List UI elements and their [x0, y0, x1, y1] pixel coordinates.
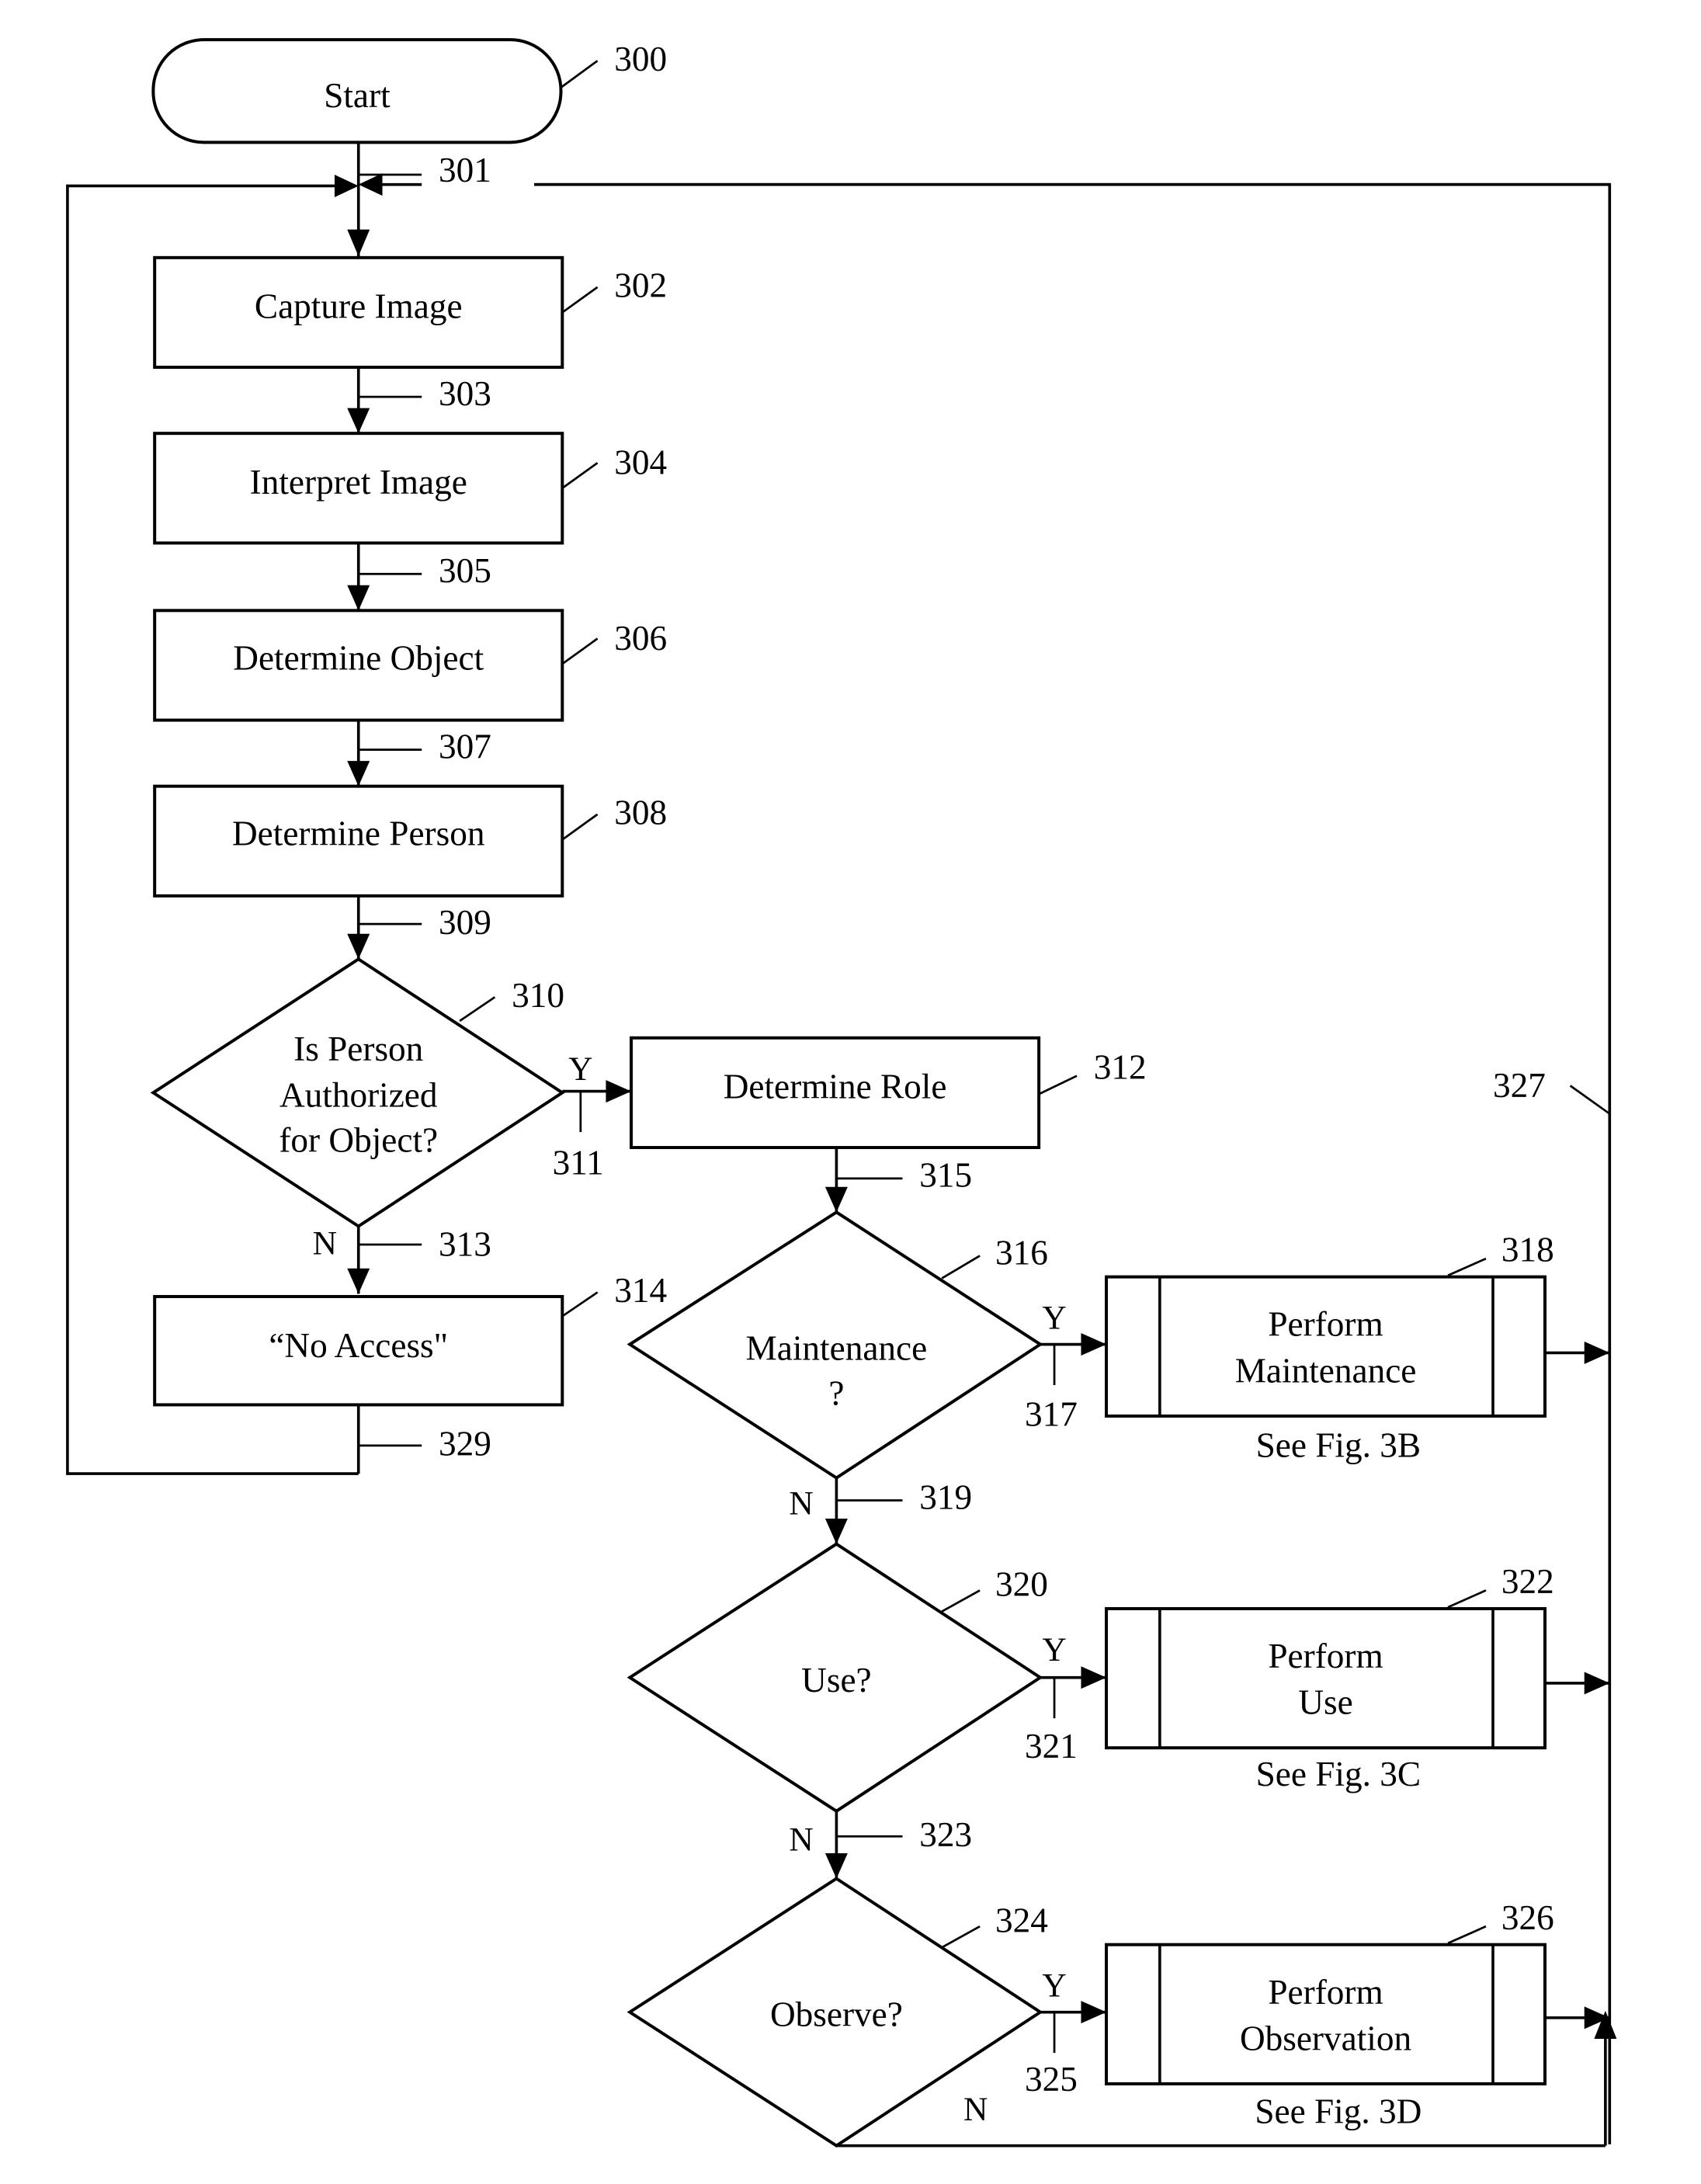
subprocess-line: Perform	[1268, 1637, 1383, 1675]
ref-314: 314	[614, 1271, 667, 1310]
subprocess-perform-maintenance: Perform Maintenance See Fig. 3B 318	[1105, 1231, 1610, 1464]
decision-maintenance: Maintenance ? 316	[627, 1210, 1048, 1480]
ref-325: 325	[1025, 2060, 1078, 2099]
ref-322: 322	[1501, 1562, 1554, 1601]
no-label: N	[313, 1225, 337, 1262]
ref-305: 305	[439, 551, 491, 590]
see-figure-note: See Fig. 3D	[1255, 2092, 1422, 2131]
start-label: Start	[324, 76, 391, 115]
yes-label: Y	[568, 1050, 592, 1088]
ref-311: 311	[553, 1143, 604, 1182]
step-label: Capture Image	[255, 287, 463, 326]
connector-309: 309	[347, 895, 491, 960]
ref-318: 318	[1501, 1231, 1554, 1269]
see-figure-note: See Fig. 3B	[1256, 1425, 1421, 1464]
ref-300: 300	[614, 40, 667, 78]
ref-324: 324	[995, 1901, 1048, 1939]
ref-316: 316	[995, 1233, 1048, 1272]
connector-313: N 313	[313, 1224, 491, 1294]
ref-319: 319	[919, 1477, 972, 1516]
decision-line: ?	[828, 1373, 844, 1412]
yes-label: Y	[1042, 1631, 1066, 1668]
step-label: Determine Role	[724, 1068, 947, 1106]
ref-302: 302	[614, 266, 667, 305]
connector-319: N 319	[789, 1477, 972, 1544]
connector-325: Y 325	[1025, 1967, 1107, 2099]
no-label: N	[789, 1821, 813, 1858]
connector-303: 303	[347, 367, 491, 434]
start-terminal: Start 300	[151, 38, 667, 144]
yes-label: Y	[1042, 1300, 1066, 1337]
connector-323: N 323	[789, 1811, 972, 1879]
connector-311: Y 311	[553, 1050, 632, 1182]
connector-305: 305	[347, 543, 491, 611]
ref-321: 321	[1025, 1727, 1078, 1766]
decision-line: Observe?	[770, 1995, 903, 2034]
step-label: Determine Object	[233, 638, 484, 677]
connector-317: Y 317	[1025, 1300, 1107, 1434]
flowchart: Start 300 301 Capture Image 302 303 Inte…	[66, 38, 1617, 2148]
ref-329: 329	[439, 1425, 491, 1464]
decision-line: Maintenance	[746, 1328, 928, 1367]
see-figure-note: See Fig. 3C	[1256, 1755, 1421, 1793]
step-determine-person: Determine Person 308	[153, 784, 667, 898]
connector-315: 315	[824, 1148, 972, 1213]
step-no-access: “No Access" 314	[153, 1271, 667, 1407]
ref-327: 327	[1493, 1066, 1546, 1105]
step-interpret-image: Interpret Image 304	[153, 432, 667, 545]
step-label: Determine Person	[232, 814, 484, 853]
subprocess-line: Perform	[1268, 1305, 1383, 1344]
ref-307: 307	[439, 727, 491, 766]
no-label: N	[963, 2091, 988, 2128]
step-capture-image: Capture Image 302	[153, 255, 667, 370]
decision-line: Authorized	[279, 1076, 438, 1115]
ref-313: 313	[439, 1224, 491, 1263]
ref-306: 306	[614, 619, 667, 658]
ref-317: 317	[1025, 1395, 1078, 1434]
connector-329: 329	[356, 1404, 491, 1474]
ref-312: 312	[1094, 1047, 1147, 1086]
ref-303: 303	[439, 374, 491, 413]
step-determine-object: Determine Object 306	[153, 609, 667, 722]
step-label: “No Access"	[269, 1326, 448, 1365]
subprocess-perform-observation: Perform Observation See Fig. 3D 326	[1105, 1898, 1610, 2131]
no-label: N	[789, 1485, 813, 1523]
ref-315: 315	[919, 1156, 972, 1195]
subprocess-line: Perform	[1268, 1973, 1383, 2012]
ref-310: 310	[512, 976, 564, 1015]
step-determine-role: Determine Role 312	[630, 1036, 1147, 1150]
decision-line: Is Person	[293, 1030, 423, 1068]
ref-301: 301	[439, 151, 491, 189]
merge-arrow-left	[334, 174, 359, 197]
ref-308: 308	[614, 793, 667, 832]
ref-323: 323	[919, 1815, 972, 1854]
decision-authorized: Is Person Authorized for Object? 310	[150, 957, 565, 1228]
connector-307: 307	[347, 720, 491, 786]
connector-321: Y 321	[1025, 1631, 1107, 1766]
ref-304: 304	[614, 443, 667, 482]
merge-arrow-right	[358, 173, 383, 196]
yes-label: Y	[1042, 1967, 1066, 2005]
ref-326: 326	[1501, 1898, 1554, 1937]
step-label: Interpret Image	[250, 463, 467, 502]
ref-320: 320	[995, 1565, 1048, 1604]
ref-309: 309	[439, 903, 491, 942]
decision-line: for Object?	[279, 1120, 438, 1159]
decision-line: Use?	[801, 1661, 871, 1700]
decision-use: Use? 320	[627, 1542, 1048, 1814]
subprocess-perform-use: Perform Use See Fig. 3C 322	[1105, 1562, 1610, 1793]
connector-327: 327	[1493, 1066, 1611, 1115]
subprocess-line: Maintenance	[1235, 1351, 1417, 1390]
subprocess-line: Use	[1298, 1683, 1352, 1722]
subprocess-line: Observation	[1240, 2019, 1411, 2058]
